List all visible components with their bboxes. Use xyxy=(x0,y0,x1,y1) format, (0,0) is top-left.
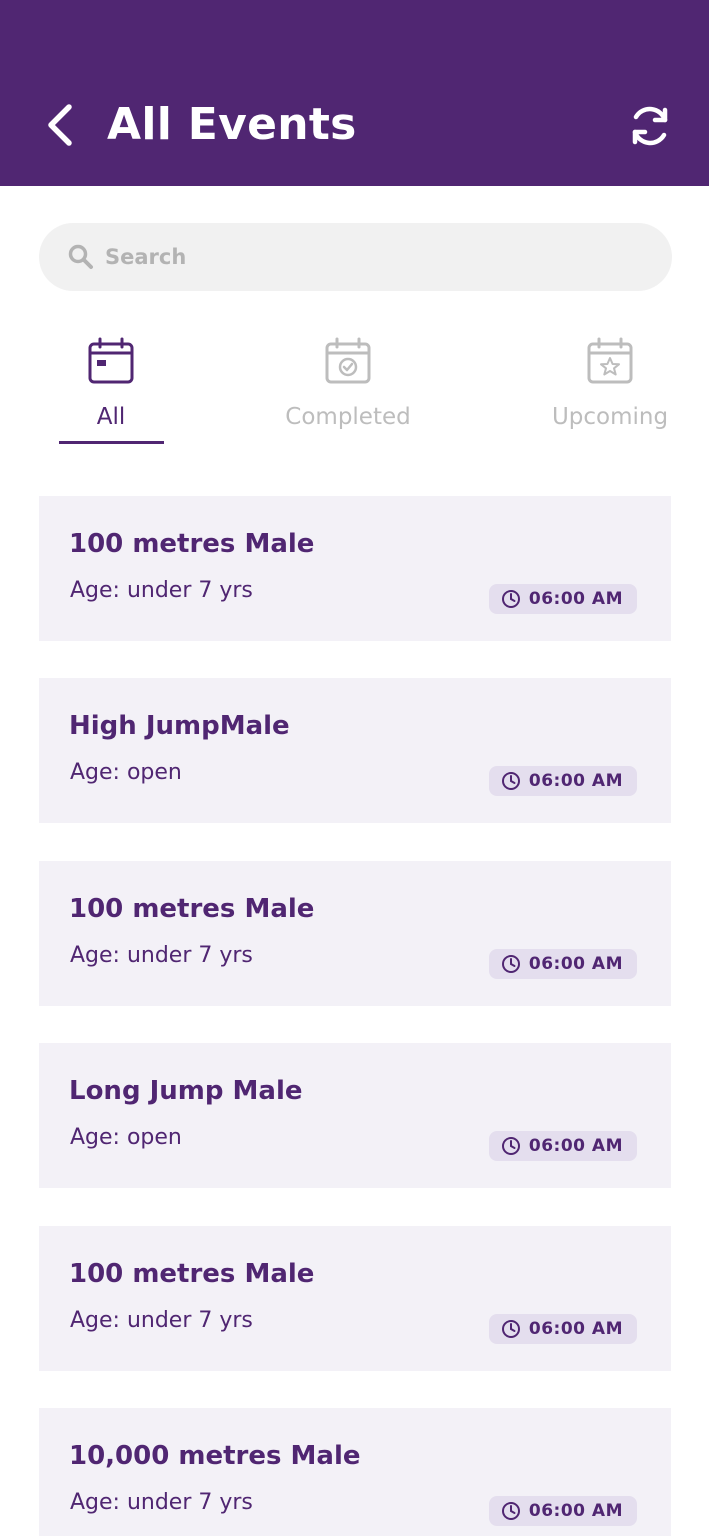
event-time: 06:00 AM xyxy=(528,589,623,609)
time-badge: 06:00 AM xyxy=(488,766,637,796)
clock-icon xyxy=(501,1502,520,1520)
search-icon xyxy=(68,244,93,269)
tab-label-all: All xyxy=(96,404,126,430)
chevron-left-icon xyxy=(48,104,72,146)
clock-icon xyxy=(501,772,520,790)
event-card[interactable]: 100 metres Male Age: under 7 yrs 06:00 A… xyxy=(39,861,671,1006)
clock-icon xyxy=(501,1137,520,1155)
tab-completed[interactable]: Completed xyxy=(285,336,411,446)
event-age: Age: open xyxy=(70,1125,182,1150)
refresh-button[interactable] xyxy=(624,100,676,152)
event-time: 06:00 AM xyxy=(528,954,623,974)
clock-icon xyxy=(501,590,520,608)
event-time: 06:00 AM xyxy=(528,771,623,791)
tab-label-upcoming: Upcoming xyxy=(551,404,669,430)
search-bar[interactable] xyxy=(39,223,672,291)
clock-icon xyxy=(501,955,520,973)
event-age: Age: under 7 yrs xyxy=(70,578,253,603)
event-age: Age: under 7 yrs xyxy=(70,1308,253,1333)
event-card[interactable]: 100 metres Male Age: under 7 yrs 06:00 A… xyxy=(39,1226,671,1371)
time-badge: 06:00 AM xyxy=(488,1314,637,1344)
calendar-check-icon xyxy=(325,337,371,384)
event-title: 100 metres Male xyxy=(69,894,315,924)
refresh-icon xyxy=(632,106,668,146)
back-button[interactable] xyxy=(40,100,80,150)
tab-label-completed: Completed xyxy=(285,404,411,430)
event-age: Age: under 7 yrs xyxy=(70,943,253,968)
event-title: 100 metres Male xyxy=(69,1259,315,1289)
event-card[interactable]: 100 metres Male Age: under 7 yrs 06:00 A… xyxy=(39,496,671,641)
app-header: All Events xyxy=(0,0,709,186)
time-badge: 06:00 AM xyxy=(488,1496,637,1526)
clock-icon xyxy=(501,1320,520,1338)
event-time: 06:00 AM xyxy=(528,1319,623,1339)
event-time: 06:00 AM xyxy=(528,1501,623,1521)
tab-all[interactable]: All xyxy=(86,336,136,446)
time-badge: 06:00 AM xyxy=(488,1131,637,1161)
tab-upcoming[interactable]: Upcoming xyxy=(552,336,668,446)
time-badge: 06:00 AM xyxy=(488,949,637,979)
page-title: All Events xyxy=(107,99,357,150)
event-age: Age: under 7 yrs xyxy=(70,1490,253,1515)
event-title: High JumpMale xyxy=(69,711,290,741)
search-input[interactable] xyxy=(105,223,645,291)
event-title: 10,000 metres Male xyxy=(69,1441,361,1471)
event-card[interactable]: 10,000 metres Male Age: under 7 yrs 06:0… xyxy=(39,1408,671,1536)
calendar-star-icon xyxy=(587,337,633,384)
calendar-icon xyxy=(88,337,134,384)
active-tab-indicator xyxy=(59,441,164,444)
event-card[interactable]: Long Jump Male Age: open 06:00 AM xyxy=(39,1043,671,1188)
event-time: 06:00 AM xyxy=(528,1136,623,1156)
event-card[interactable]: High JumpMale Age: open 06:00 AM xyxy=(39,678,671,823)
event-title: Long Jump Male xyxy=(69,1076,303,1106)
event-title: 100 metres Male xyxy=(69,529,315,559)
event-age: Age: open xyxy=(70,760,182,785)
time-badge: 06:00 AM xyxy=(488,584,637,614)
